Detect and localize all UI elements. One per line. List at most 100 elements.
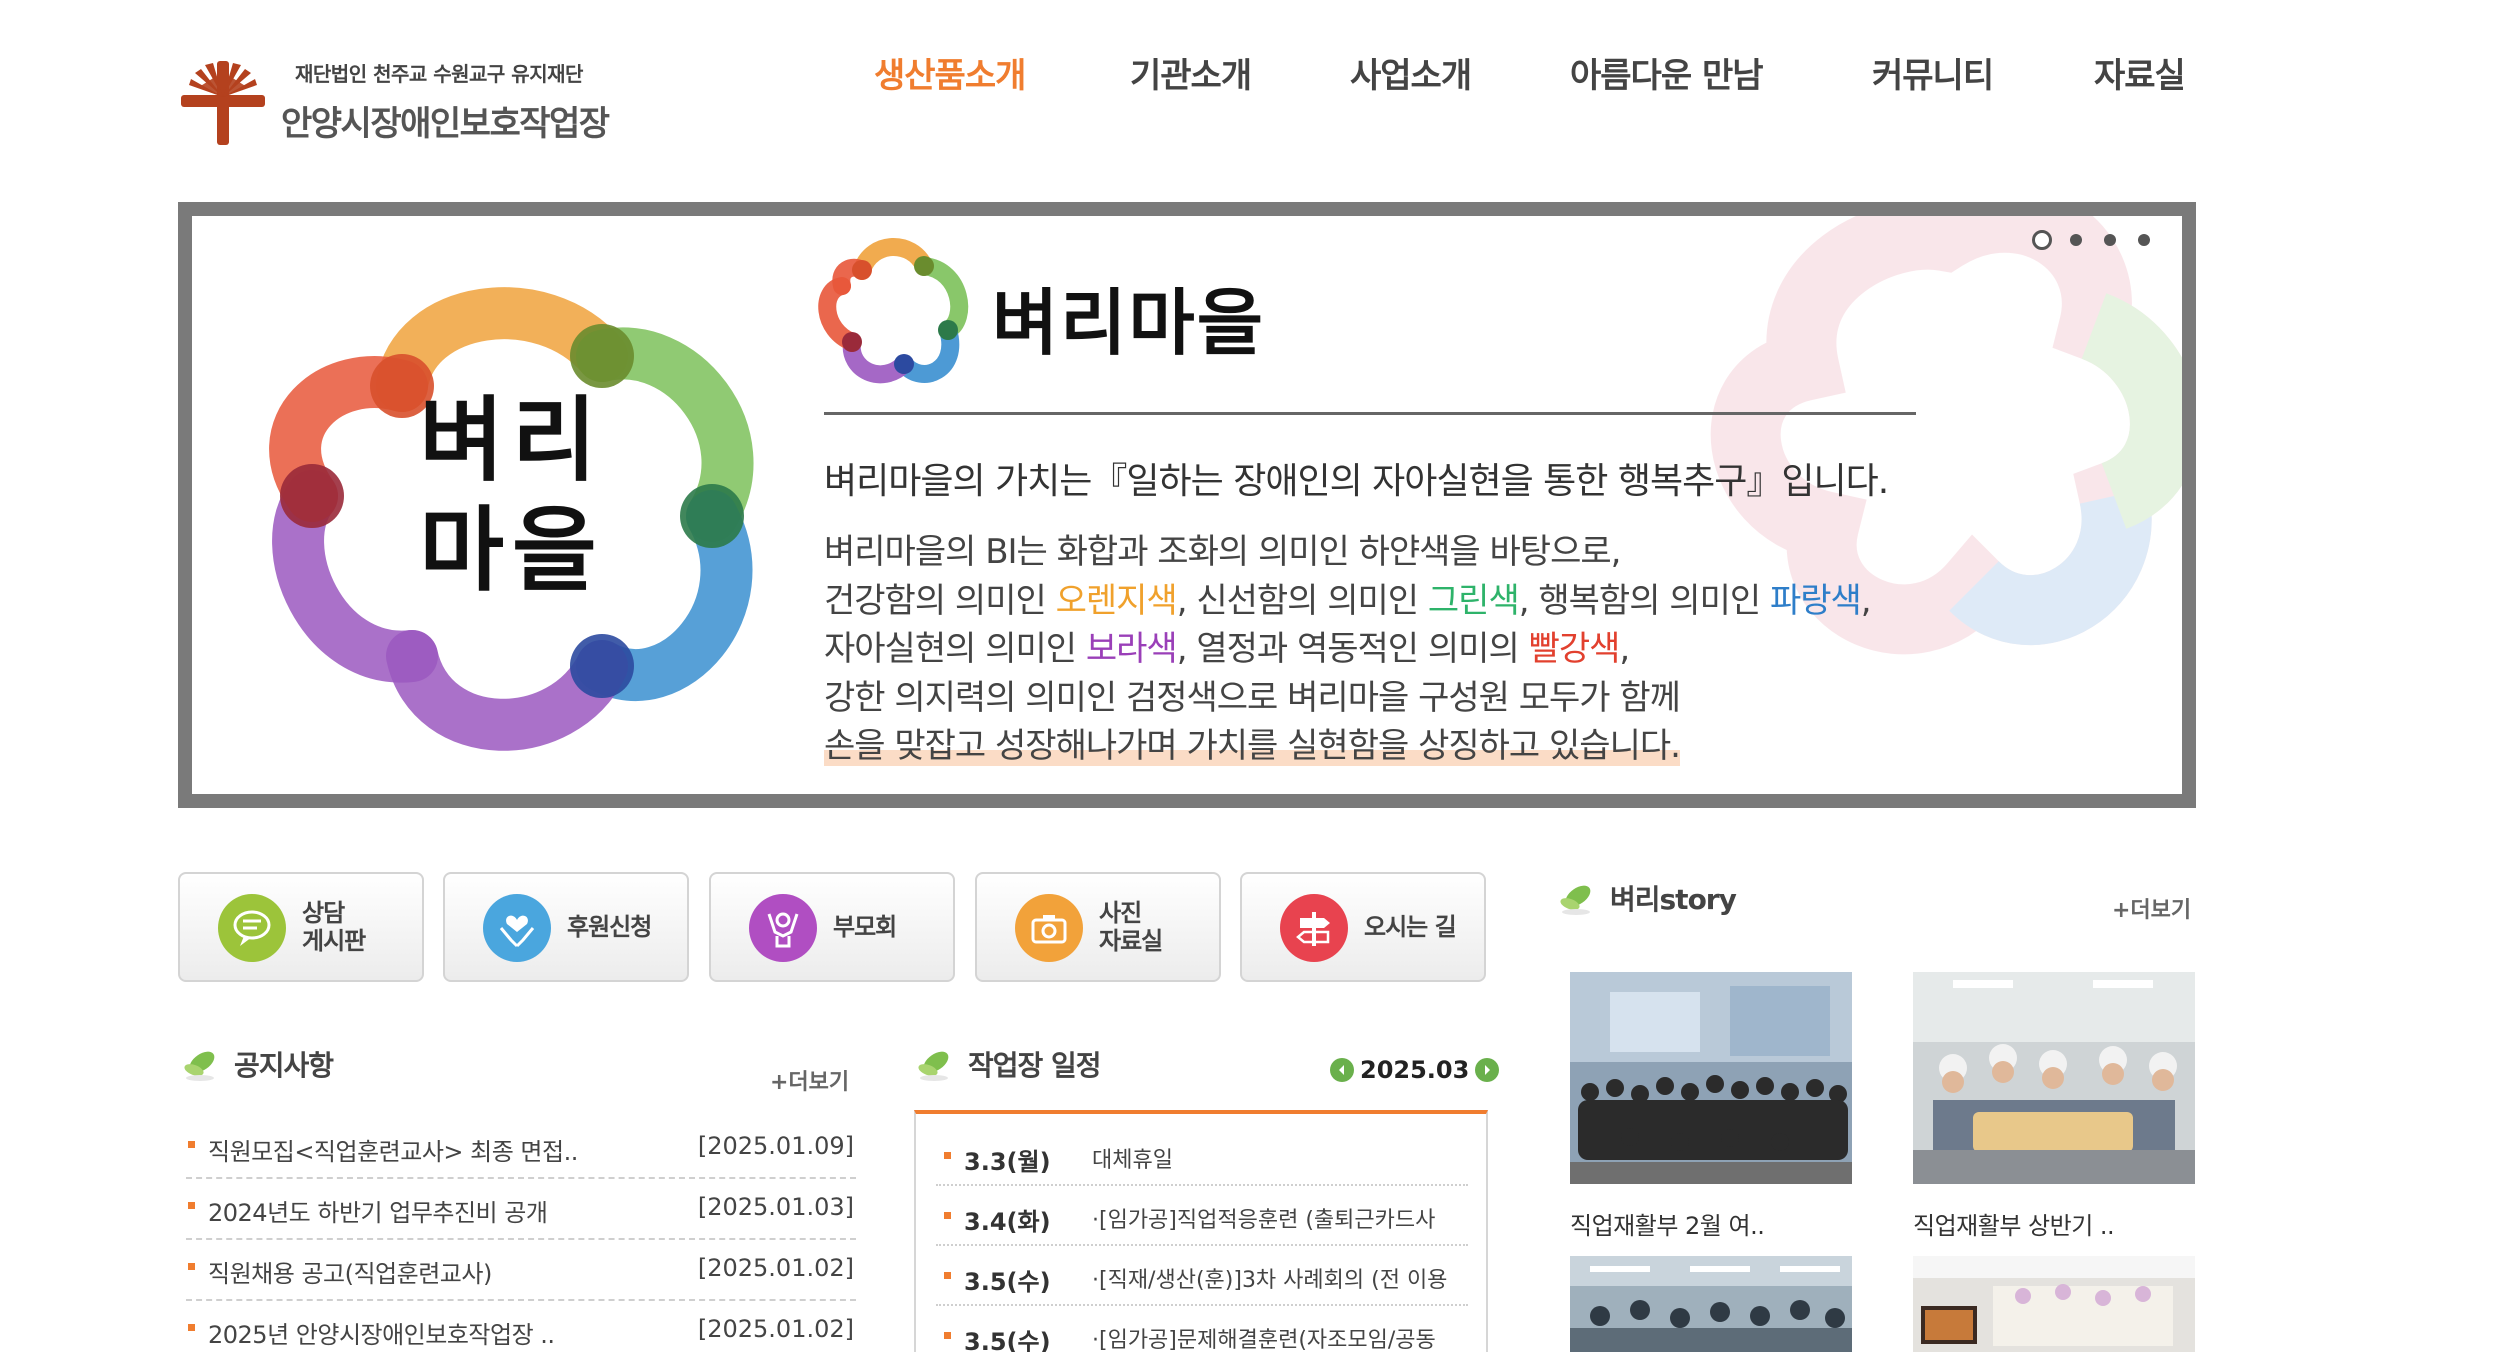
notice-row[interactable]: 2025년 안양시장애인보호작업장 .. [2025.01.02] <box>186 1301 856 1352</box>
foundation-name: 재단법인 천주교 수원교구 유지재단 <box>295 62 583 86</box>
notice-row[interactable]: 2024년도 하반기 업무추진비 공개 [2025.01.03] <box>186 1179 856 1240</box>
hands-heart-icon <box>483 894 551 962</box>
banner-line: 건강함의 의미인 오렌지색, 신선함의 의미인 그린색, 행복함의 의미인 파랑… <box>824 580 1872 621</box>
story-card[interactable] <box>1913 1256 2195 1352</box>
prev-month-icon[interactable] <box>1330 1058 1354 1082</box>
schedule-desc: ·[임가공]문제해결훈련(자조모임/공동 <box>1092 1328 1436 1352</box>
quick-photo-archive-button[interactable]: 사진 자료실 <box>975 872 1221 982</box>
banner-lead-text: 벼리마을의 가치는『일하는 장애인의 자아실현을 통한 행복추구』입니다. <box>824 461 1889 502</box>
flower-logo-text: 벼리 마을 <box>242 386 782 606</box>
nav-item-business[interactable]: 사업소개 <box>1350 48 1472 97</box>
slider-dot-1[interactable] <box>2032 230 2052 250</box>
quick-counsel-board-button[interactable]: 상담 게시판 <box>178 872 424 982</box>
nav-item-community[interactable]: 커뮤니티 <box>1872 48 1994 97</box>
logo-text-line1: 벼리 <box>419 387 605 494</box>
notice-title: 공지사항 <box>234 1049 334 1082</box>
bullet <box>188 1263 195 1270</box>
story-caption: 직업재활부 상반기 .. <box>1913 1212 2115 1240</box>
quick-sponsor-button[interactable]: 후원신청 <box>443 872 689 982</box>
site-logo[interactable]: 재단법인 천주교 수원교구 유지재단 안양시장애인보호작업장 <box>177 52 677 152</box>
notice-row-date: [2025.01.02] <box>697 1315 854 1343</box>
slider-pagination <box>2032 230 2152 254</box>
story-title: 벼리story <box>1610 883 1737 916</box>
notice-row-title: 2024년도 하반기 업무추진비 공개 <box>208 1199 548 1227</box>
notice-row-title: 2025년 안양시장애인보호작업장 .. <box>208 1321 555 1349</box>
story-more-link[interactable]: +더보기 <box>2112 892 2191 924</box>
quick-label: 오시는 길 <box>1364 913 1457 941</box>
nav-item-about[interactable]: 기관소개 <box>1130 48 1252 97</box>
bullet <box>188 1141 195 1148</box>
notice-row-title: 직원채용 공고(직업훈련교사) <box>208 1260 492 1288</box>
notice-row[interactable]: 직원모집<직업훈련교사> 최종 면접.. [2025.01.09] <box>186 1118 856 1179</box>
schedule-section-title: 작업장 일정 <box>914 1044 1102 1084</box>
quick-label: 상담 게시판 <box>302 899 366 955</box>
quick-label: 사진 자료실 <box>1099 899 1163 955</box>
notice-more-link[interactable]: +더보기 <box>770 1064 849 1096</box>
signpost-icon <box>1280 894 1348 962</box>
slider-dot-3[interactable] <box>2104 234 2116 246</box>
schedule-day: 3.5(수) <box>964 1268 1051 1296</box>
camera-icon <box>1015 894 1083 962</box>
slider-dot-2[interactable] <box>2070 234 2082 246</box>
bullet <box>944 1152 951 1159</box>
story-photo <box>1913 1256 2195 1352</box>
schedule-list: 3.3(월) 대체휴일 3.4(화) ·[임가공]직업적응훈련 (출퇴근카드사 … <box>914 1110 1488 1352</box>
banner-line: 자아실현의 의미인 보라색, 열정과 역동적인 의미의 빨강색, <box>824 629 1630 669</box>
schedule-desc: 대체휴일 <box>1092 1148 1173 1173</box>
schedule-desc: ·[직재/생산(훈)]3차 사례회의 (전 이용 <box>1092 1268 1448 1293</box>
schedule-day: 3.5(수) <box>964 1328 1051 1352</box>
nav-item-products[interactable]: 생산품소개 <box>874 48 1026 97</box>
notice-row-date: [2025.01.09] <box>697 1132 854 1160</box>
story-photo <box>1570 972 1852 1184</box>
story-card[interactable]: 직업재활부 2월 여.. <box>1570 972 1852 1241</box>
next-month-icon[interactable] <box>1475 1058 1500 1082</box>
notice-row-date: [2025.01.02] <box>697 1254 854 1282</box>
bullet <box>188 1202 195 1209</box>
speech-bubble-icon <box>218 894 286 962</box>
slider-dot-4[interactable] <box>2138 234 2150 246</box>
small-flower-logo-icon <box>818 238 969 384</box>
bullet <box>944 1212 951 1219</box>
schedule-day: 3.4(화) <box>964 1208 1051 1236</box>
bi-title: 벼리마을 <box>992 281 1265 365</box>
story-caption: 직업재활부 2월 여.. <box>1570 1212 1765 1240</box>
nav-item-meeting[interactable]: 아름다운 만남 <box>1570 48 1764 97</box>
schedule-month-label: 2025.03 <box>1360 1056 1470 1084</box>
schedule-month-nav: 2025.03 <box>1330 1056 1500 1084</box>
notice-list: 직원모집<직업훈련교사> 최종 면접.. [2025.01.09] 2024년도… <box>186 1118 856 1352</box>
caritas-cross-icon <box>181 61 265 145</box>
quick-directions-button[interactable]: 오시는 길 <box>1240 872 1486 982</box>
schedule-row[interactable]: 3.4(화) ·[임가공]직업적응훈련 (출퇴근카드사 <box>936 1186 1468 1246</box>
schedule-day: 3.3(월) <box>964 1148 1051 1176</box>
quick-parents-button[interactable]: 부모회 <box>709 872 955 982</box>
notice-row-date: [2025.01.03] <box>697 1193 854 1221</box>
story-card[interactable] <box>1570 1256 1852 1352</box>
people-hug-icon <box>749 894 817 962</box>
bullet <box>944 1332 951 1339</box>
leaf-icon <box>918 1051 949 1081</box>
bullet <box>188 1324 195 1331</box>
banner-body-text: 벼리마을의 BI는 화합과 조화의 의미인 하얀색을 바탕으로, 건강함의 의미… <box>824 528 1872 771</box>
banner-divider <box>824 412 1916 415</box>
quick-label: 후원신청 <box>567 913 652 941</box>
logo-text-line2: 마을 <box>419 497 605 604</box>
org-name: 안양시장애인보호작업장 <box>281 104 610 144</box>
notice-row-title: 직원모집<직업훈련교사> 최종 면접.. <box>208 1138 578 1166</box>
nav-item-archive[interactable]: 자료실 <box>2094 48 2186 97</box>
quick-label: 부모회 <box>833 913 897 941</box>
schedule-row[interactable]: 3.5(수) ·[임가공]문제해결훈련(자조모임/공동 <box>936 1306 1468 1352</box>
story-photo <box>1570 1256 1852 1352</box>
story-card[interactable]: 직업재활부 상반기 .. <box>1913 972 2195 1241</box>
main-slider[interactable]: 벼리 마을 벼리마을 벼리마을의 가치는『일하는 장애인의 자아실현을 통한 행… <box>178 202 2196 808</box>
schedule-row[interactable]: 3.5(수) ·[직재/생산(훈)]3차 사례회의 (전 이용 <box>936 1246 1468 1306</box>
banner-line: 강한 의지력의 의미인 검정색으로 벼리마을 구성원 모두가 함께 <box>824 677 1681 718</box>
schedule-desc: ·[임가공]직업적응훈련 (출퇴근카드사 <box>1092 1208 1436 1233</box>
leaf-icon <box>184 1051 215 1081</box>
story-section-title: 벼리story <box>1556 878 1737 918</box>
bullet <box>944 1272 951 1279</box>
schedule-row[interactable]: 3.3(월) 대체휴일 <box>936 1126 1468 1186</box>
leaf-icon <box>1560 885 1591 915</box>
notice-row[interactable]: 직원채용 공고(직업훈련교사) [2025.01.02] <box>186 1240 856 1301</box>
schedule-title: 작업장 일정 <box>968 1049 1102 1082</box>
story-photo <box>1913 972 2195 1184</box>
